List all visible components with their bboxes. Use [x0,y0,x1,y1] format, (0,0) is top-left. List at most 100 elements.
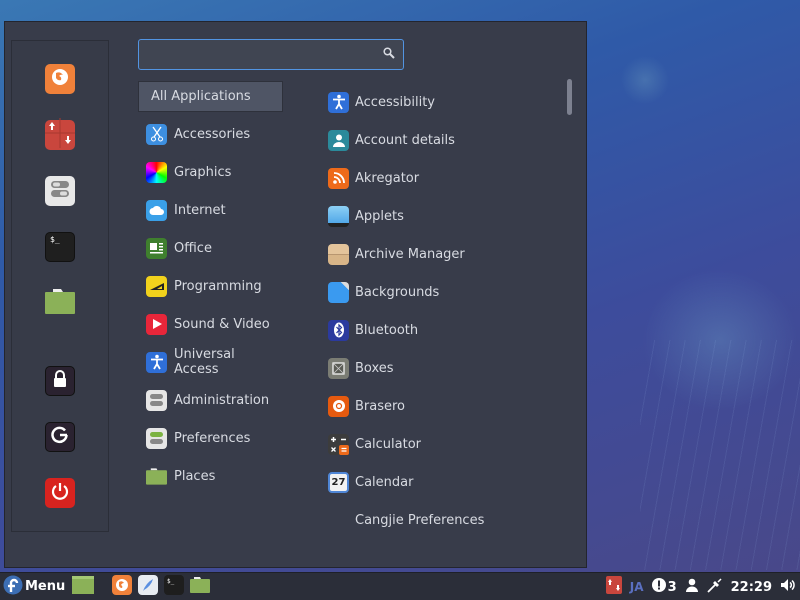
notifications-button[interactable]: 3 [651,578,677,596]
show-desktop-button[interactable] [72,575,95,598]
logout-button[interactable] [45,422,75,452]
launcher-text-editor[interactable] [138,574,159,599]
category-label: Graphics [174,164,232,180]
app-label: Archive Manager [355,246,465,262]
app-label: Bluetooth [355,322,419,338]
category-label: Universal Access [174,347,235,377]
app-applets[interactable]: Applets [328,197,568,235]
app-cangjie-preferences[interactable]: Cangjie Preferences [328,501,568,539]
search-input[interactable] [139,40,403,69]
office-icon [146,237,167,259]
folder-icon [146,466,167,487]
graphics-icon [146,161,167,183]
app-akregator[interactable]: Akregator [328,159,568,197]
network-wired-icon [706,577,723,597]
category-preferences[interactable]: Preferences [138,419,283,457]
category-label: Administration [174,392,270,408]
cloud-icon [146,199,167,221]
favorite-software-update[interactable] [45,118,75,152]
app-label: Calculator [355,436,422,452]
category-label: Office [174,240,212,256]
app-label: Accessibility [355,94,435,110]
clock[interactable]: 22:29 [731,580,772,595]
app-bluetooth[interactable]: Bluetooth [328,311,568,349]
app-calculator[interactable]: Calculator [328,425,568,463]
menu-button[interactable]: Menu [3,575,65,599]
update-notifier[interactable] [605,576,622,598]
launcher-firefox[interactable] [112,574,133,599]
category-all-applications[interactable]: All Applications [138,81,283,112]
application-menu: $_ All Applications Accessories Graphics… [4,21,587,568]
app-calendar[interactable]: 27 Calendar [328,463,568,501]
app-account-details[interactable]: Account details [328,121,568,159]
user-icon [685,578,699,596]
update-icon [45,118,75,152]
search-icon [383,47,395,63]
category-label: Internet [174,202,226,218]
system-tray: JA 3 22:29 [605,573,796,600]
update-icon [605,576,622,598]
category-accessories[interactable]: Accessories [138,115,283,153]
favorite-terminal[interactable]: $_ [45,232,75,262]
favorites-sidebar: $_ [11,40,109,532]
app-archive-manager[interactable]: Archive Manager [328,235,568,273]
category-label: Sound & Video [174,316,270,332]
search-box[interactable] [138,39,404,70]
category-label: Preferences [174,430,251,446]
lock-screen-button[interactable] [45,366,75,396]
app-label: Calendar [355,474,414,490]
firefox-icon [112,574,133,599]
favorite-files[interactable] [45,288,75,318]
category-places[interactable]: Places [138,457,283,495]
category-programming[interactable]: Programming [138,267,283,305]
boxes-icon [328,357,349,379]
category-administration[interactable]: Administration [138,381,283,419]
desktop-icon [72,575,95,598]
category-internet[interactable]: Internet [138,191,283,229]
category-graphics[interactable]: Graphics [138,153,283,191]
app-brasero[interactable]: Brasero [328,387,568,425]
app-label: Cangjie Preferences [355,512,485,528]
folder-icon [45,288,75,318]
app-label: Akregator [355,170,420,186]
calendar-day: 27 [331,476,346,488]
notification-count: 3 [667,579,677,595]
toggles-icon [146,389,167,411]
app-label: Account details [355,132,455,148]
category-sound-video[interactable]: Sound & Video [138,305,283,343]
favorite-settings[interactable] [45,176,75,206]
app-boxes[interactable]: Boxes [328,349,568,387]
alert-icon [651,578,666,596]
wallpaper-jellyfish [640,340,800,570]
calculator-icon [328,433,349,455]
power-icon [50,481,70,505]
favorite-firefox[interactable] [45,64,75,94]
logout-icon [50,425,70,449]
programming-icon [146,275,167,297]
category-universal-access[interactable]: Universal Access [138,343,283,381]
keyboard-layout-indicator[interactable]: JA [630,580,644,594]
application-list: Accessibility Account details Akregator … [328,83,568,539]
user-applet[interactable] [685,578,699,596]
volume-icon [780,578,796,596]
firefox-icon [50,67,70,91]
category-office[interactable]: Office [138,229,283,267]
network-applet[interactable] [706,577,723,597]
play-icon [146,313,167,335]
terminal-icon: $_ [164,574,185,599]
accessibility-icon [328,91,349,113]
launcher-terminal[interactable]: $_ [164,574,185,599]
shutdown-button[interactable] [45,478,75,508]
sound-applet[interactable] [780,578,796,596]
app-accessibility[interactable]: Accessibility [328,83,568,121]
application-list-scrollbar[interactable] [567,79,572,115]
applets-icon [328,205,349,227]
app-label: Backgrounds [355,284,440,300]
app-backgrounds[interactable]: Backgrounds [328,273,568,311]
settings-icon [49,179,71,203]
launcher-files[interactable] [190,576,211,597]
app-label: Boxes [355,360,394,376]
folder-icon [190,576,211,597]
category-label: All Applications [151,89,251,104]
archive-icon [328,243,349,265]
